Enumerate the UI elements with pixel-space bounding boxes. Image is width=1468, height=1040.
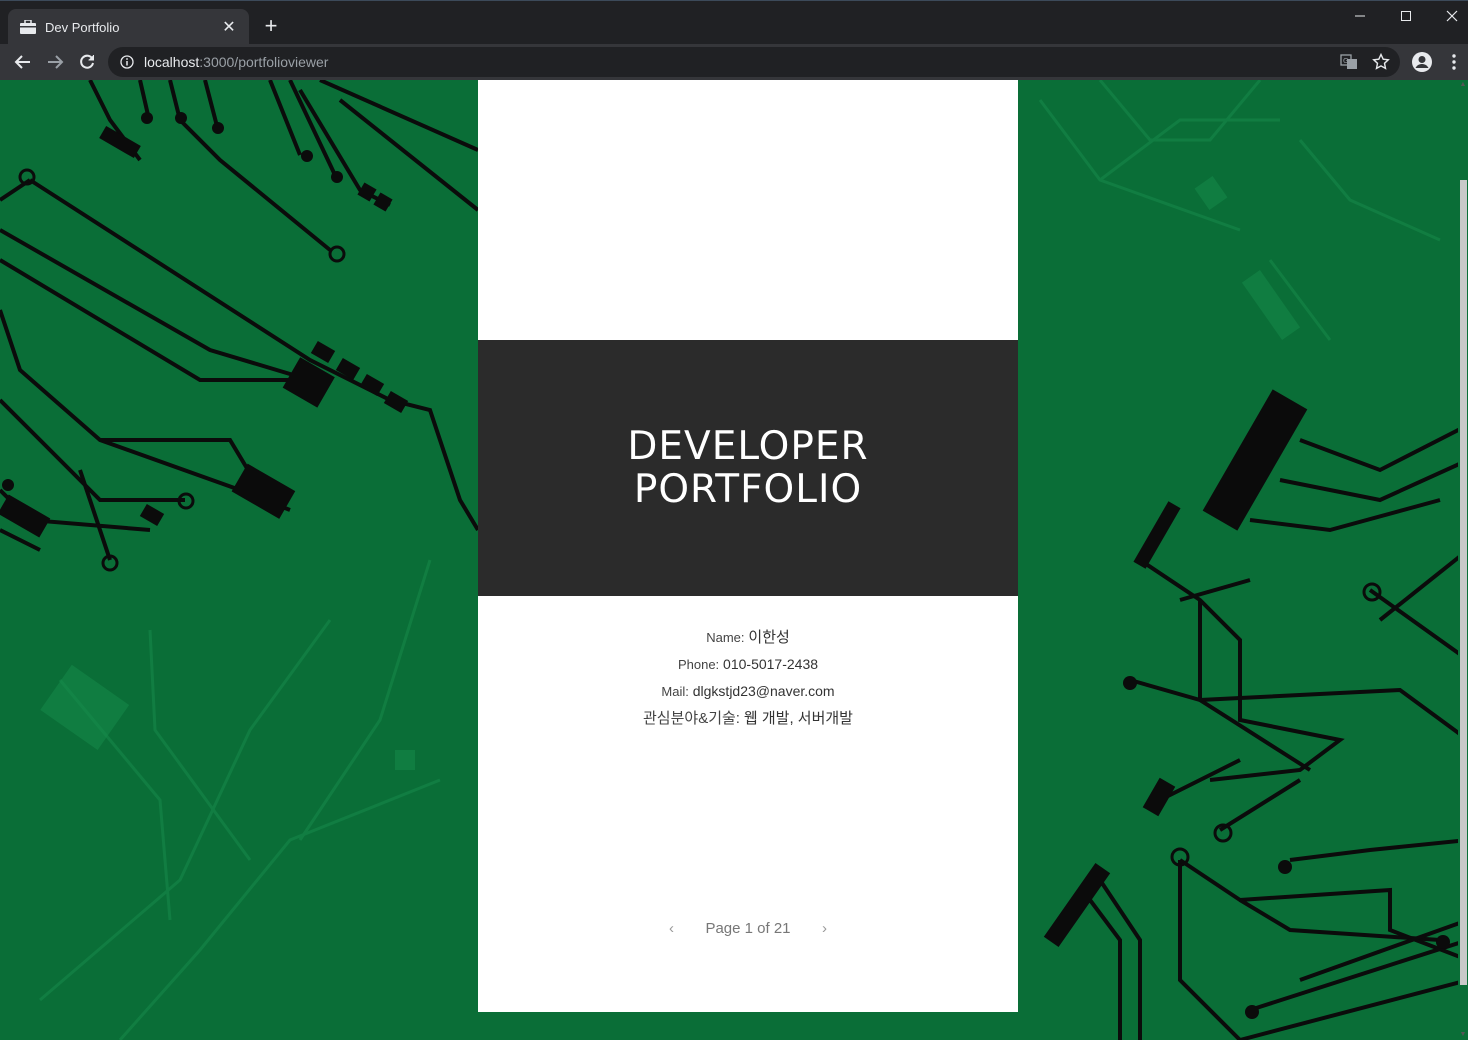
- interest-row: 관심분야&기술: 웹 개발, 서버개발: [478, 705, 1018, 732]
- page-indicator: Page 1 of 21: [705, 920, 791, 937]
- vertical-scrollbar[interactable]: ▲ ▼: [1458, 80, 1468, 1040]
- forward-arrow-icon[interactable]: [41, 48, 69, 76]
- minimize-icon[interactable]: [1337, 1, 1383, 31]
- browser-toolbar: localhost:3000/portfolioviewer G: [0, 44, 1468, 80]
- title-band: DEVELOPER PORTFOLIO: [478, 340, 1018, 596]
- svg-text:G: G: [1343, 57, 1348, 65]
- close-tab-icon[interactable]: ✕: [219, 17, 239, 37]
- maximize-icon[interactable]: [1383, 1, 1429, 31]
- browser-tab[interactable]: Dev Portfolio ✕: [8, 9, 249, 45]
- info-icon[interactable]: [120, 55, 134, 69]
- star-bookmark-icon[interactable]: [1372, 53, 1390, 71]
- scroll-up-arrow-icon[interactable]: ▲: [1458, 80, 1468, 90]
- profile-avatar-icon[interactable]: [1410, 50, 1434, 74]
- title-line-2: PORTFOLIO: [633, 467, 863, 512]
- menu-kebab-icon[interactable]: [1442, 50, 1466, 74]
- url-text: localhost:3000/portfolioviewer: [144, 54, 329, 70]
- name-label: Name:: [706, 630, 745, 645]
- briefcase-icon: [20, 20, 36, 34]
- phone-label: Phone:: [677, 657, 720, 672]
- previous-page-button[interactable]: ‹: [657, 920, 685, 937]
- scrollbar-thumb[interactable]: [1460, 180, 1467, 985]
- portfolio-page: DEVELOPER PORTFOLIO Name: 이한성 Phone: 010…: [478, 80, 1018, 1012]
- page-viewport: DEVELOPER PORTFOLIO Name: 이한성 Phone: 010…: [0, 80, 1468, 1040]
- contact-info: Name: 이한성 Phone: 010-5017-2438 Mail: dlg…: [478, 624, 1018, 732]
- reload-icon[interactable]: [73, 48, 101, 76]
- interest-value: 웹 개발, 서버개발: [743, 710, 853, 727]
- interest-label: 관심분야&기술:: [643, 710, 740, 727]
- tab-title: Dev Portfolio: [45, 19, 120, 35]
- next-page-button[interactable]: ›: [811, 920, 839, 937]
- close-window-icon[interactable]: [1429, 1, 1468, 31]
- address-bar[interactable]: localhost:3000/portfolioviewer G: [108, 47, 1400, 77]
- mail-value: dlgkstjd23@naver.com: [692, 683, 835, 699]
- name-row: Name: 이한성: [478, 624, 1018, 651]
- phone-value: 010-5017-2438: [723, 656, 819, 672]
- mail-label: Mail:: [661, 684, 689, 699]
- title-line-1: DEVELOPER: [627, 424, 869, 469]
- page-navigator: ‹ Page 1 of 21 ›: [478, 920, 1018, 937]
- name-value: 이한성: [748, 629, 790, 646]
- scroll-down-arrow-icon[interactable]: ▼: [1458, 1030, 1468, 1040]
- mail-row: Mail: dlgkstjd23@naver.com: [478, 678, 1018, 705]
- back-arrow-icon[interactable]: [9, 48, 37, 76]
- translate-icon[interactable]: G: [1340, 53, 1358, 71]
- new-tab-button[interactable]: +: [258, 14, 284, 40]
- browser-titlebar: Dev Portfolio ✕ +: [0, 0, 1468, 45]
- phone-row: Phone: 010-5017-2438: [478, 651, 1018, 678]
